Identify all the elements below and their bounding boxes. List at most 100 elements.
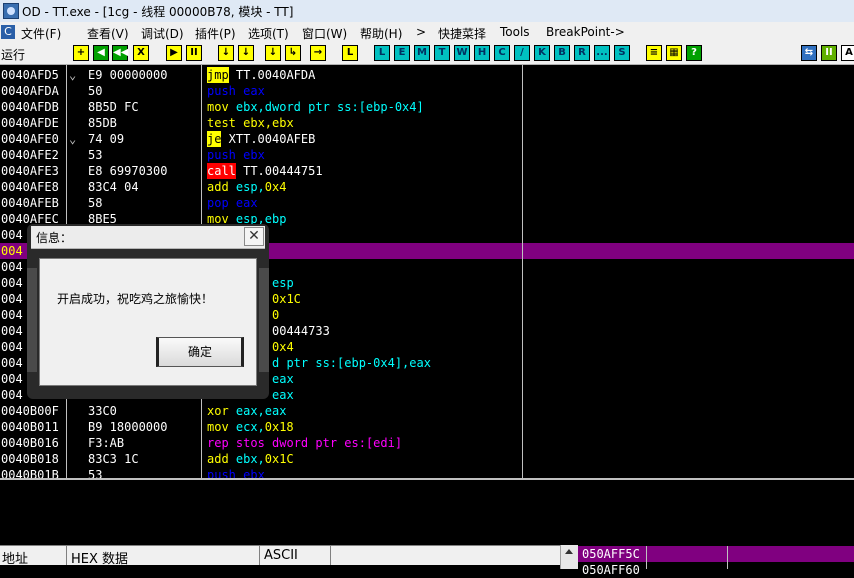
instruction-address: 0040B016 <box>1 436 59 450</box>
column-divider[interactable] <box>259 546 260 566</box>
disasm-row[interactable]: 0040AFE0 ⌄ 74 09 je XTT.0040AFEB <box>0 131 854 147</box>
menu-shortcuts[interactable]: 快捷菜择 <box>438 25 486 42</box>
instruction-address: 0040AFE2 <box>1 148 59 162</box>
goto-icon[interactable]: L <box>342 45 358 61</box>
disasm-row[interactable]: 0040AFEB 58 pop eax <box>0 195 854 211</box>
instruction-token: je <box>207 131 222 147</box>
disasm-row[interactable]: 0040AFDB 8B5D FC mov ebx,dword ptr ss:[ebp… <box>0 99 854 115</box>
handles-window-icon[interactable]: H <box>474 45 490 61</box>
disasm-row[interactable]: 0040B01B 53 push ebx <box>0 467 854 478</box>
instruction-address: 004 <box>1 276 23 290</box>
menu-plugins[interactable]: 插件(P) <box>195 25 236 42</box>
instruction-bytes: 58 <box>88 196 103 210</box>
help-icon[interactable]: ? <box>686 45 702 61</box>
header-ascii[interactable]: ASCII <box>264 548 298 563</box>
run-trace-window-icon[interactable]: ... <box>594 45 610 61</box>
menu-debug[interactable]: 调试(D) <box>141 25 184 42</box>
step-over-icon[interactable]: ↓ <box>238 45 254 61</box>
disasm-row[interactable]: 0040AFD5 ⌄ E9 00000000 jmp TT.0040AFDA <box>0 67 854 83</box>
dump-content[interactable] <box>0 565 576 569</box>
scrollbar[interactable] <box>560 545 578 569</box>
breakpoints-window-icon[interactable]: B <box>554 45 570 61</box>
memory-window-icon[interactable]: M <box>414 45 430 61</box>
instruction-bytes: 53 <box>88 468 103 478</box>
rewind-icon[interactable]: ◀◀ <box>112 45 128 61</box>
references-window-icon[interactable]: R <box>574 45 590 61</box>
disasm-row[interactable]: 0040AFE2 53 push ebx <box>0 147 854 163</box>
open-icon[interactable]: + <box>73 45 89 61</box>
instruction-address: 0040B018 <box>1 452 59 466</box>
dump-pane[interactable] <box>0 480 576 545</box>
disasm-row[interactable]: 0040AFDE 85DB test ebx,ebx <box>0 115 854 131</box>
instruction-token: TT.0040AFDA <box>228 68 316 82</box>
list-icon[interactable]: ≡ <box>646 45 662 61</box>
run-icon[interactable]: ▶ <box>166 45 182 61</box>
instruction-token: 0 <box>272 308 280 322</box>
instruction-address: 004 <box>1 340 23 354</box>
trace-into-icon[interactable]: ↓ <box>265 45 281 61</box>
menu-tools[interactable]: Tools <box>500 25 530 39</box>
cpu-window-icon[interactable]: C <box>494 45 510 61</box>
instruction-address: 004 <box>1 372 23 386</box>
source-window-icon[interactable]: S <box>614 45 630 61</box>
dialog-message: 开启成功，祝吃鸡之旅愉快！ <box>57 292 214 306</box>
instruction-token: push ebx <box>207 148 265 162</box>
document-icon[interactable]: C <box>1 25 15 39</box>
swap-icon[interactable]: ⇆ <box>801 45 817 61</box>
pause-plugin-icon[interactable]: II <box>821 45 837 61</box>
disasm-row[interactable]: 0040AFE8 83C4 04 add esp, 0x4 <box>0 179 854 195</box>
disasm-row[interactable]: 0040AFE3 E8 69970300 call TT.00444751 <box>0 163 854 179</box>
instruction-address: 0040AFDB <box>1 100 59 114</box>
menu-view[interactable]: 查看(V) <box>87 25 129 42</box>
close-process-icon[interactable]: X <box>133 45 149 61</box>
patches-window-icon[interactable]: / <box>514 45 530 61</box>
instruction-token: add <box>207 452 236 466</box>
disasm-row[interactable]: 0040B00F 33C0 xor eax,eax <box>0 403 854 419</box>
instruction-token: 0x1C <box>264 452 294 466</box>
instruction-token: 0x1C <box>272 292 301 306</box>
column-divider[interactable] <box>66 546 67 566</box>
disasm-row[interactable]: 0040B018 83C3 1C add ebx, 0x1C <box>0 451 854 467</box>
disasm-row[interactable]: 0040B011 B9 18000000 mov ecx, 0x18 <box>0 419 854 435</box>
instruction-bytes: B9 18000000 <box>88 420 168 434</box>
menu-window[interactable]: 窗口(W) <box>302 25 347 42</box>
execute-till-return-icon[interactable]: → <box>310 45 326 61</box>
restart-icon[interactable]: ◀ <box>93 45 109 61</box>
stack-address: 050AFF60 <box>582 563 640 577</box>
disasm-row[interactable]: 0040B016 F3:AB rep stos dword ptr es:[edi] <box>0 435 854 451</box>
ok-button[interactable]: 确定 <box>156 337 244 367</box>
instruction-address: 004 <box>1 356 23 370</box>
info-dialog: 信息： ✕ 开启成功，祝吃鸡之旅愉快！ 确定 <box>27 224 269 399</box>
dialog-title-bar[interactable]: 信息： ✕ <box>31 226 265 249</box>
menu-help[interactable]: 帮助(H) <box>360 25 402 42</box>
menu-options[interactable]: 选项(T) <box>248 25 289 42</box>
menu-more[interactable]: > <box>416 25 426 39</box>
column-divider <box>522 65 523 478</box>
instruction-token: test ebx,ebx <box>207 116 294 130</box>
instruction-token: mov <box>207 100 236 114</box>
close-icon[interactable]: ✕ <box>244 227 264 246</box>
grid-icon[interactable]: ▦ <box>666 45 682 61</box>
instruction-token: push eax <box>207 84 265 98</box>
instruction-address: 0040AFD5 <box>1 68 59 82</box>
menu-file[interactable]: 文件(F) <box>21 25 61 42</box>
instruction-token: d ptr ss:[ebp-0x4],eax <box>272 356 431 370</box>
title-bar: OD - TT.exe - [1cg - 线程 00000B78, 模块 - T… <box>0 0 854 23</box>
modules-window-icon[interactable]: E <box>394 45 410 61</box>
font-icon[interactable]: A <box>841 45 854 61</box>
column-divider[interactable] <box>330 546 331 566</box>
windows-window-icon[interactable]: W <box>454 45 470 61</box>
instruction-token: esp <box>272 276 294 290</box>
log-window-icon[interactable]: L <box>374 45 390 61</box>
disasm-row[interactable]: 0040AFDA 50 push eax <box>0 83 854 99</box>
instruction-token: mov <box>207 420 236 434</box>
instruction-address: 0040AFE3 <box>1 164 59 178</box>
menu-breakpoint[interactable]: BreakPoint-> <box>546 25 625 39</box>
step-into-icon[interactable]: ↓ <box>218 45 234 61</box>
scroll-up-icon[interactable] <box>565 549 573 554</box>
trace-over-icon[interactable]: ↳ <box>285 45 301 61</box>
instruction-token: esp, <box>235 180 265 194</box>
callstack-window-icon[interactable]: K <box>534 45 550 61</box>
threads-window-icon[interactable]: T <box>434 45 450 61</box>
pause-icon[interactable]: II <box>186 45 202 61</box>
